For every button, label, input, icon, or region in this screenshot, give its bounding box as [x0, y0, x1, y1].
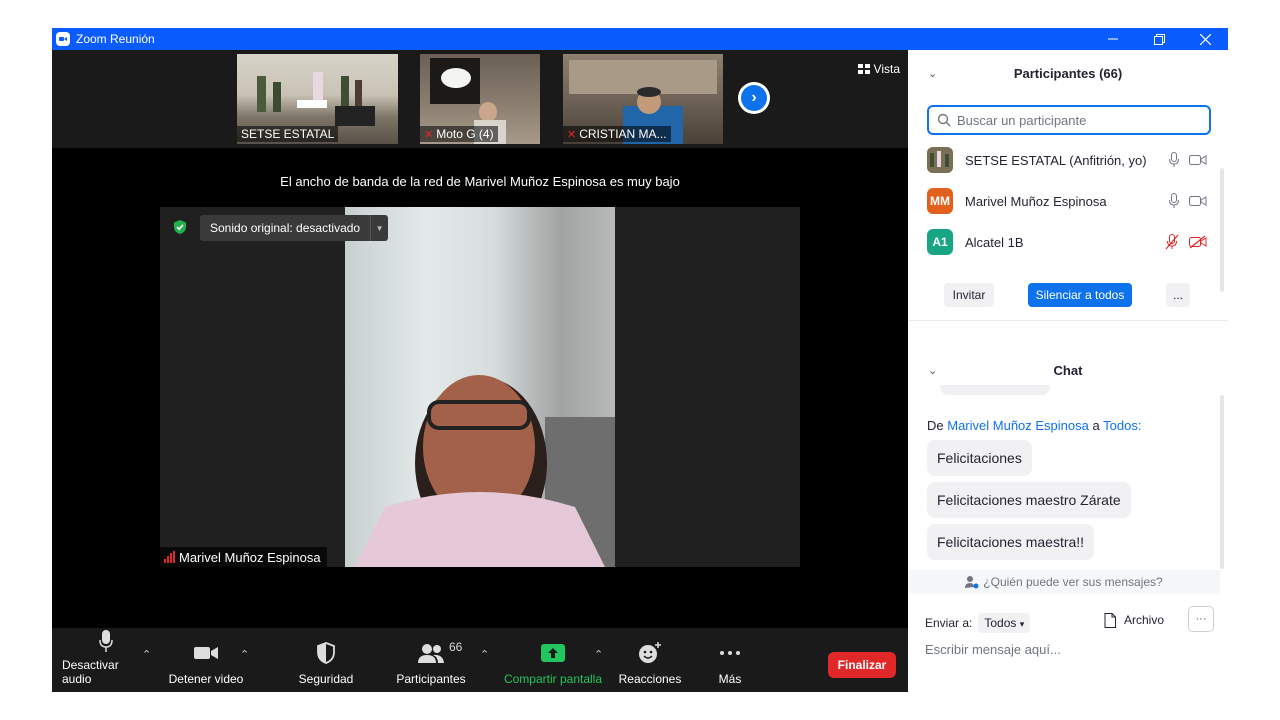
send-to-row: Enviar a: Todos ▾ [925, 613, 1031, 633]
speaker-video-frame [345, 207, 615, 567]
chat-more-button[interactable]: ··· [1188, 606, 1214, 632]
avatar: A1 [927, 229, 953, 255]
smiley-plus-icon [638, 638, 662, 668]
zoom-logo-icon [56, 32, 70, 46]
microphone-icon[interactable] [1169, 152, 1179, 168]
divider [908, 320, 1228, 321]
window-title: Zoom Reunión [76, 32, 155, 46]
meeting-area: SETSE ESTATAL ✕ Moto G (4) ✕ CRISTIAN MA… [52, 50, 908, 628]
chat-message: Felicitaciones [927, 440, 1032, 476]
restore-icon[interactable] [1136, 28, 1182, 50]
participants-header: ⌄ Participantes (66) [928, 65, 1123, 81]
video-camera-icon [193, 638, 219, 668]
shield-check-icon [174, 220, 186, 234]
active-speaker-video: Sonido original: desactivado ▼ Marivel M… [160, 207, 800, 567]
send-to-select[interactable]: Todos ▾ [978, 613, 1031, 633]
invite-button[interactable]: Invitar [944, 283, 994, 307]
avatar: MM [927, 188, 953, 214]
shield-icon [316, 638, 336, 668]
participants-count: 66 [449, 640, 463, 654]
video-camera-icon[interactable] [1189, 154, 1207, 166]
more-button[interactable]: Más [702, 628, 758, 692]
audio-options-caret[interactable]: ⌃ [142, 648, 151, 661]
participants-scrollbar[interactable] [1220, 168, 1224, 292]
video-off-icon[interactable] [1189, 235, 1207, 249]
end-meeting-button[interactable]: Finalizar [828, 652, 896, 678]
zoom-window: Zoom Reunión SETSE ESTATAL ✕ Moto G (4) … [52, 28, 1228, 692]
thumbnail-name: SETSE ESTATAL [237, 126, 339, 142]
participants-icon: 66 [417, 638, 462, 668]
chat-message-input[interactable] [925, 642, 1211, 657]
mute-all-button[interactable]: Silenciar a todos [1028, 283, 1132, 307]
mic-muted-icon: ✕ [424, 128, 434, 141]
reactions-button[interactable]: Reacciones [616, 628, 684, 692]
file-button[interactable]: Archivo [1104, 606, 1164, 634]
mute-audio-button[interactable]: Desactivar audio [62, 628, 150, 692]
grid-icon [857, 64, 870, 74]
chevron-down-icon[interactable]: ▼ [370, 215, 388, 241]
more-dots-icon [719, 638, 741, 668]
participant-row[interactable]: A1 Alcatel 1B [927, 228, 1207, 256]
stop-video-button[interactable]: Detener video [166, 628, 246, 692]
video-thumbnail[interactable]: ✕ Moto G (4) [420, 54, 540, 144]
video-options-caret[interactable]: ⌃ [240, 648, 249, 661]
search-icon [937, 113, 951, 127]
thumbnail-name: ✕ Moto G (4) [420, 126, 498, 142]
chevron-down-icon[interactable]: ⌄ [928, 364, 937, 377]
meeting-toolbar: Desactivar audio ⌃ Detener video ⌃ Segur… [52, 628, 908, 692]
avatar [927, 147, 953, 173]
file-icon [1104, 612, 1116, 628]
chat-sender-line: De Marivel Muñoz Espinosa a Todos: [927, 418, 1142, 433]
video-thumbnail[interactable]: ✕ CRISTIAN MA... [563, 54, 723, 144]
sender-name-link[interactable]: Marivel Muñoz Espinosa [947, 418, 1089, 433]
share-screen-icon [541, 638, 565, 668]
search-input[interactable] [957, 112, 1197, 128]
microphone-icon [98, 628, 114, 654]
chevron-right-icon: › [741, 85, 767, 111]
thumbnail-name: ✕ CRISTIAN MA... [563, 126, 671, 142]
signal-bars-icon [164, 551, 175, 563]
bandwidth-warning: El ancho de banda de la red de Marivel M… [280, 174, 680, 189]
microphone-icon[interactable] [1169, 193, 1179, 209]
share-screen-button[interactable]: Compartir pantalla [500, 628, 606, 692]
chevron-down-icon[interactable]: ⌄ [928, 67, 937, 80]
side-panel: ⌄ Participantes (66) SETSE ESTATAL (Anfi… [908, 50, 1228, 692]
recipient-link[interactable]: Todos: [1103, 418, 1141, 433]
minimize-icon[interactable] [1090, 28, 1136, 50]
view-button[interactable]: Vista [857, 62, 900, 76]
close-icon[interactable] [1182, 28, 1228, 50]
person-eye-icon [965, 576, 979, 589]
participants-button[interactable]: 66 Participantes [392, 628, 470, 692]
chevron-down-icon: ▾ [1019, 619, 1025, 629]
share-options-caret[interactable]: ⌃ [594, 648, 603, 661]
mic-muted-icon: ✕ [567, 128, 577, 141]
video-camera-icon[interactable] [1189, 195, 1207, 207]
speaker-name-label: Marivel Muñoz Espinosa [160, 547, 327, 567]
participants-options-caret[interactable]: ⌃ [480, 648, 489, 661]
chat-message: Felicitaciones maestra!! [927, 524, 1095, 560]
participant-row[interactable]: SETSE ESTATAL (Anfitrión, yo) [927, 146, 1207, 174]
next-page-button[interactable]: › [738, 82, 770, 114]
who-can-see-messages[interactable]: ¿Quién puede ver sus mensajes? [908, 570, 1220, 594]
mic-muted-icon[interactable] [1165, 234, 1179, 250]
participants-more-button[interactable]: ... [1166, 283, 1190, 307]
title-bar: Zoom Reunión [52, 28, 1228, 50]
participant-row[interactable]: MM Marivel Muñoz Espinosa [927, 187, 1207, 215]
security-button[interactable]: Seguridad [292, 628, 360, 692]
chat-scrollbar[interactable] [1220, 395, 1224, 569]
participant-search[interactable] [927, 105, 1211, 135]
gallery-strip: SETSE ESTATAL ✕ Moto G (4) ✕ CRISTIAN MA… [52, 50, 908, 148]
previous-message-bubble [940, 385, 1050, 395]
video-thumbnail[interactable]: SETSE ESTATAL [237, 54, 398, 144]
chat-message: Felicitaciones maestro Zárate [927, 482, 1131, 518]
original-sound-button[interactable]: Sonido original: desactivado ▼ [200, 215, 389, 241]
